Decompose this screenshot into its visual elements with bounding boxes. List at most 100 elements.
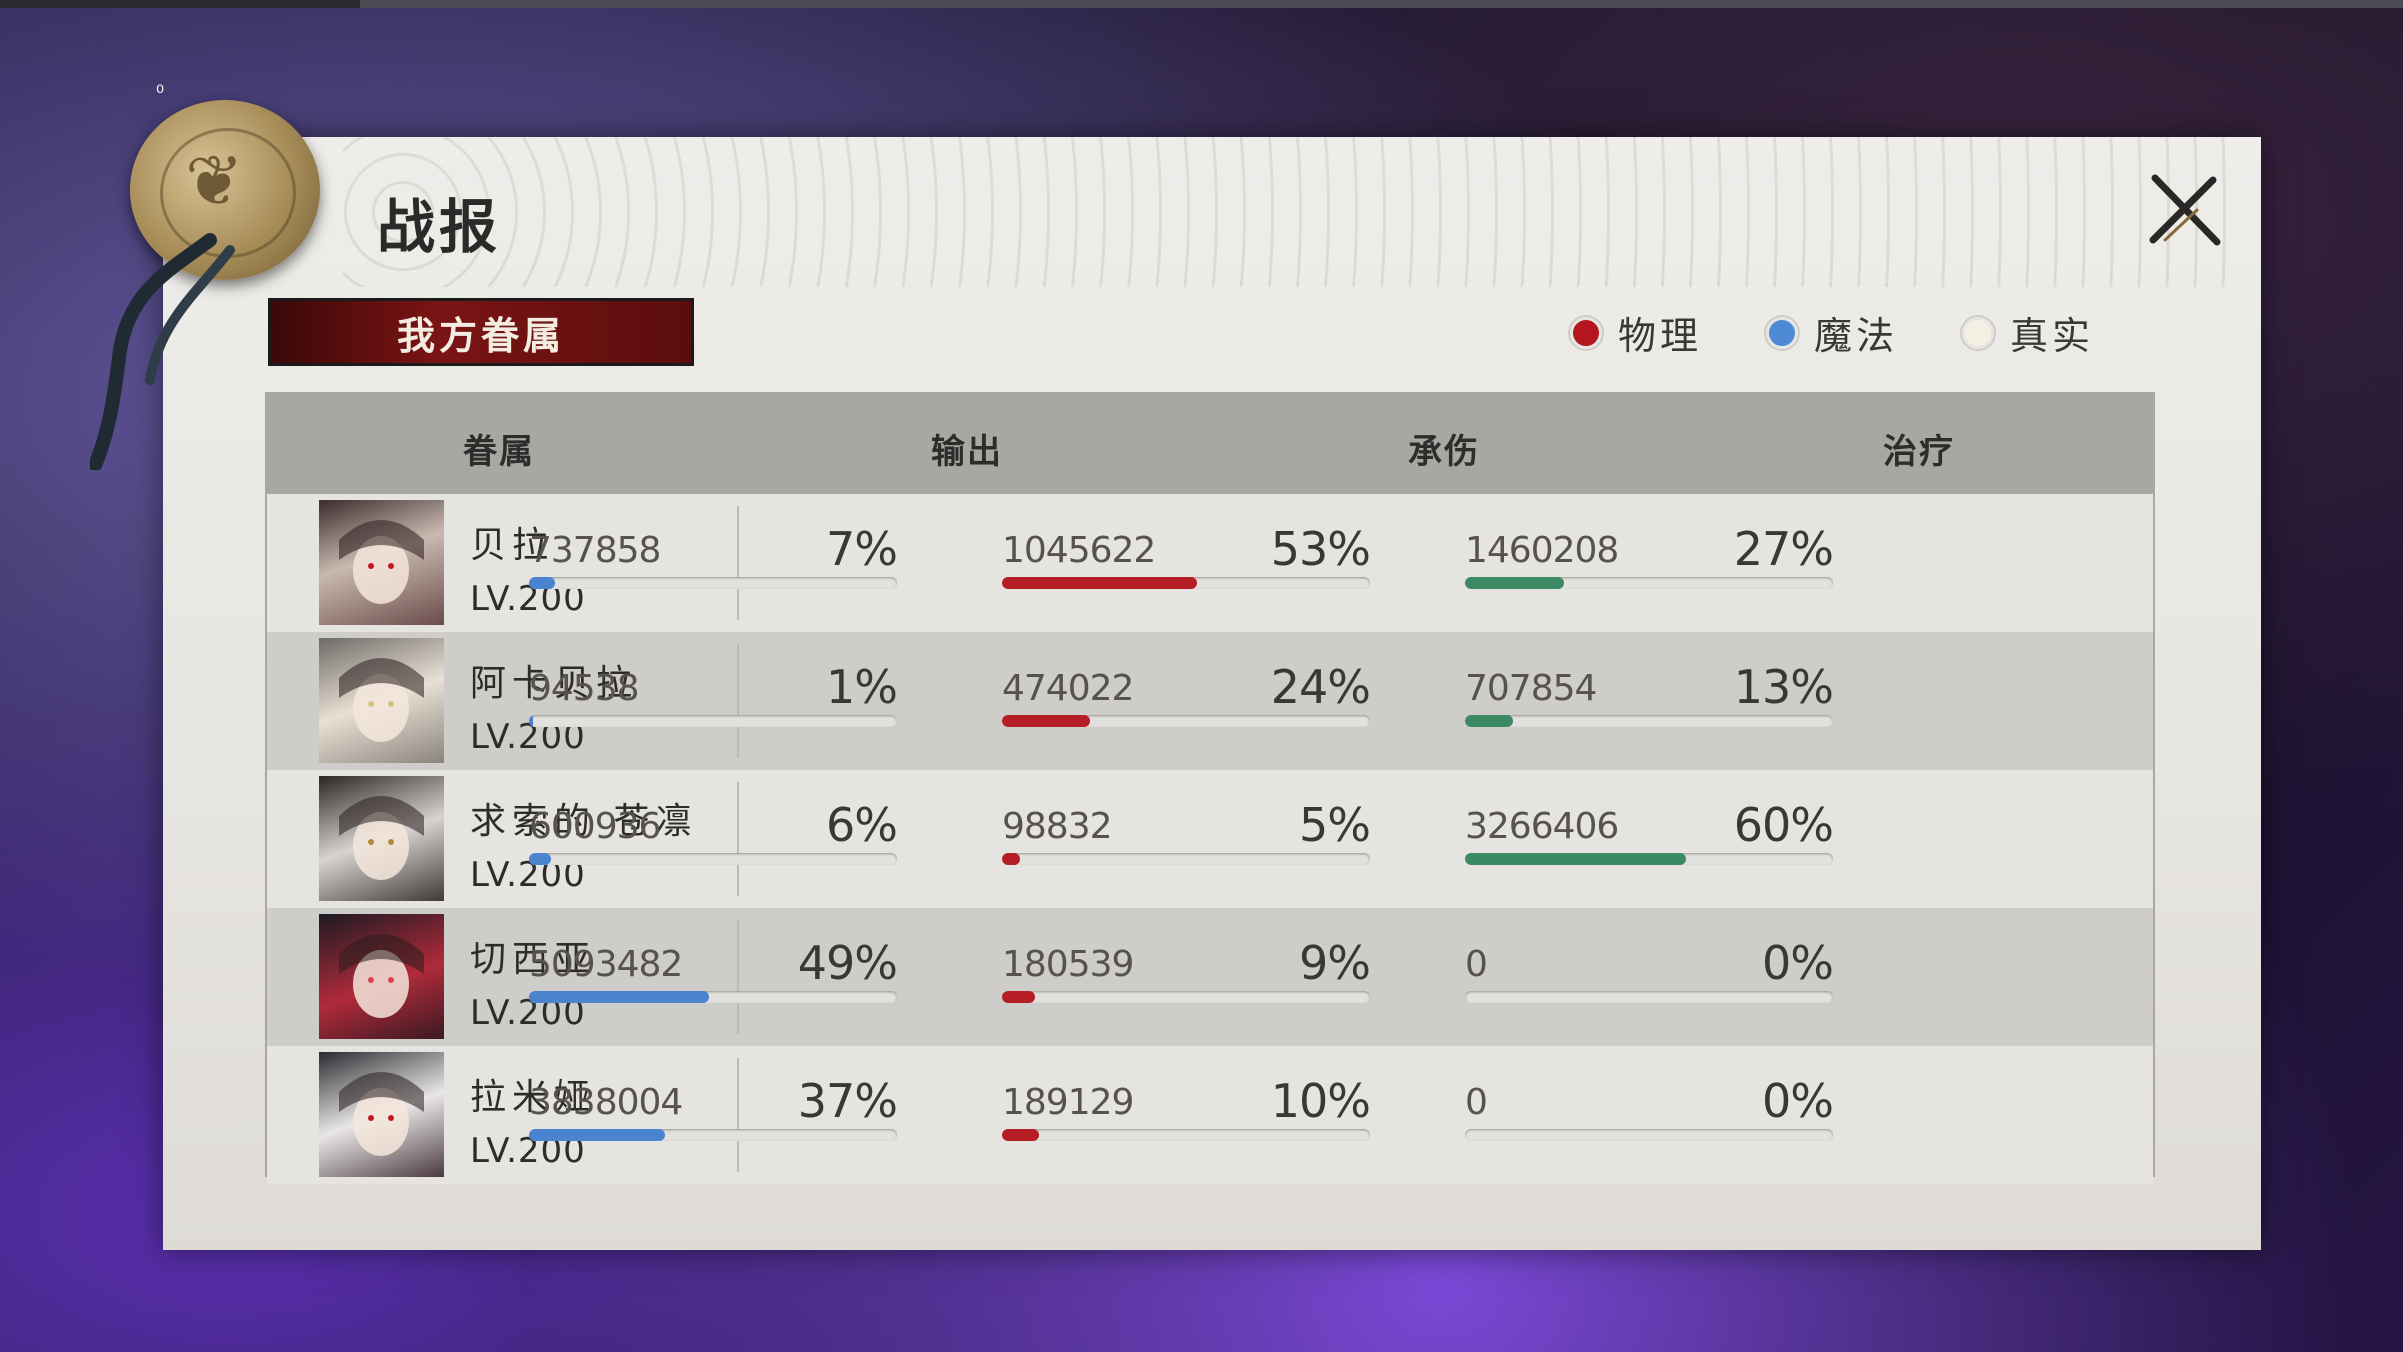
damage-taken-value: 1045622 — [1002, 530, 1156, 571]
output-bar — [529, 991, 897, 1003]
page-title: 战报 — [377, 193, 502, 261]
damage-taken-bar-fill — [1002, 991, 1036, 1003]
output-bar — [529, 577, 897, 589]
damage-taken-percent: 9% — [1299, 936, 1371, 990]
damage-taken-percent: 53% — [1270, 522, 1371, 576]
output-percent: 37% — [797, 1074, 898, 1128]
healing-bar-fill — [1465, 853, 1686, 865]
healing-value: 707854 — [1465, 668, 1597, 709]
healing-bar — [1465, 853, 1833, 865]
damage-taken-stat: 180539 9% — [1002, 936, 1371, 1006]
unit-portrait — [319, 500, 444, 625]
output-bar-fill — [529, 991, 710, 1003]
top-status-bar — [0, 0, 2403, 8]
header-healing: 治疗 — [1883, 432, 1955, 472]
output-stat: 5093482 49% — [529, 936, 898, 1006]
healing-value: 0 — [1465, 944, 1488, 985]
header-unit: 眷属 — [463, 432, 535, 472]
legend-physical: 物理 — [1570, 305, 1702, 360]
damage-taken-bar — [1002, 715, 1370, 727]
table-row: 切西亚 LV.200 5093482 49% 180539 9% 0 0% — [267, 908, 2153, 1046]
physical-dot-icon — [1570, 316, 1602, 349]
output-stat: 737858 7% — [529, 522, 898, 592]
unit-portrait — [319, 914, 444, 1039]
output-stat: 600936 6% — [529, 798, 898, 868]
output-value: 737858 — [529, 530, 661, 571]
damage-taken-value: 474022 — [1002, 668, 1134, 709]
damage-taken-bar-fill — [1002, 715, 1091, 727]
output-value: 5093482 — [529, 944, 683, 985]
healing-percent: 27% — [1733, 522, 1834, 576]
damage-taken-bar — [1002, 1129, 1370, 1141]
output-value: 3838004 — [529, 1082, 683, 1123]
output-bar — [529, 715, 897, 727]
legend-label: 物理 — [1618, 314, 1703, 358]
portrait-face-icon — [339, 1072, 424, 1156]
battle-stats-table: 眷属 输出 承伤 治疗 贝拉 LV.200 737858 7% 1045622 5… — [265, 392, 2155, 1184]
output-bar-fill — [529, 577, 555, 589]
healing-bar — [1465, 1129, 1833, 1141]
ribbon-decoration — [90, 233, 235, 470]
output-bar-fill — [529, 853, 552, 865]
damage-taken-stat: 189129 10% — [1002, 1074, 1371, 1144]
damage-taken-bar-fill — [1002, 853, 1021, 865]
table-row: 贝拉 LV.200 737858 7% 1045622 53% 1460208 2… — [267, 494, 2153, 632]
output-bar — [529, 853, 897, 865]
header-ornament — [343, 137, 2243, 287]
portrait-face-icon — [339, 796, 424, 880]
output-percent: 7% — [826, 522, 898, 576]
output-percent: 6% — [826, 798, 898, 852]
table-header: 眷属 输出 承伤 治疗 — [267, 394, 2153, 494]
damage-taken-value: 189129 — [1002, 1082, 1134, 1123]
output-percent: 49% — [797, 936, 898, 990]
status-indicator: ₀ — [156, 74, 165, 98]
damage-taken-bar-fill — [1002, 1129, 1039, 1141]
healing-value: 0 — [1465, 1082, 1488, 1123]
output-bar-fill — [529, 1129, 666, 1141]
healing-stat: 3266406 60% — [1465, 798, 1834, 868]
legend-true: 真实 — [1962, 305, 2094, 360]
damage-taken-bar — [1002, 991, 1370, 1003]
legend-magic: 魔法 — [1766, 305, 1898, 360]
leaf-emblem-icon: ❦ — [185, 140, 244, 222]
damage-taken-percent: 24% — [1270, 660, 1371, 714]
header-output: 输出 — [931, 432, 1003, 472]
tab-our-units[interactable]: 我方眷属 — [268, 298, 694, 366]
healing-bar-fill — [1465, 715, 1513, 727]
healing-bar — [1465, 715, 1833, 727]
healing-stat: 707854 13% — [1465, 660, 1834, 730]
healing-value: 3266406 — [1465, 806, 1619, 847]
magic-dot-icon — [1766, 316, 1798, 349]
damage-taken-stat: 1045622 53% — [1002, 522, 1371, 592]
output-stat: 94538 1% — [529, 660, 898, 730]
table-row: 求索的 苍凛 LV.200 600936 6% 98832 5% 3266406 … — [267, 770, 2153, 908]
legend-label: 魔法 — [1814, 314, 1899, 358]
true-dot-icon — [1962, 316, 1994, 349]
table-row: 拉米娅 LV.200 3838004 37% 189129 10% 0 0% — [267, 1046, 2153, 1184]
healing-percent: 0% — [1762, 936, 1834, 990]
healing-bar — [1465, 577, 1833, 589]
damage-taken-bar — [1002, 853, 1370, 865]
output-value: 94538 — [529, 668, 640, 709]
healing-bar — [1465, 991, 1833, 1003]
output-percent: 1% — [826, 660, 898, 714]
healing-bar-fill — [1465, 577, 1565, 589]
unit-portrait — [319, 638, 444, 763]
portrait-face-icon — [339, 934, 424, 1018]
healing-stat: 0 0% — [1465, 1074, 1834, 1144]
output-stat: 3838004 37% — [529, 1074, 898, 1144]
output-bar — [529, 1129, 897, 1141]
healing-stat: 1460208 27% — [1465, 522, 1834, 592]
portrait-face-icon — [339, 658, 424, 742]
damage-taken-bar-fill — [1002, 577, 1198, 589]
damage-taken-stat: 474022 24% — [1002, 660, 1371, 730]
healing-value: 1460208 — [1465, 530, 1619, 571]
table-row: 阿卡贝拉 LV.200 94538 1% 474022 24% 707854 13… — [267, 632, 2153, 770]
close-icon[interactable] — [2145, 170, 2225, 250]
healing-percent: 60% — [1733, 798, 1834, 852]
damage-taken-percent: 10% — [1270, 1074, 1371, 1128]
unit-portrait — [319, 1052, 444, 1177]
header-damage-taken: 承伤 — [1408, 432, 1480, 472]
damage-taken-bar — [1002, 577, 1370, 589]
healing-percent: 13% — [1733, 660, 1834, 714]
